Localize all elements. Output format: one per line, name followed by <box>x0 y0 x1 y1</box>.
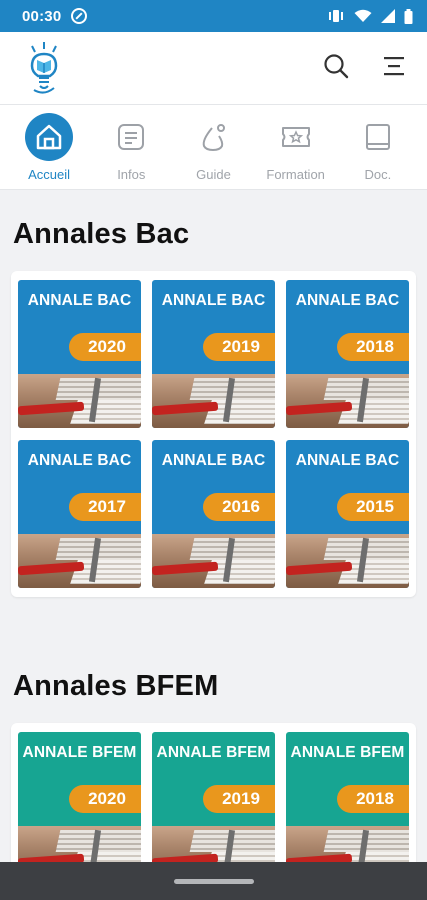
year-badge: 2020 <box>69 785 141 813</box>
card-title: ANNALE BFEM <box>22 744 137 761</box>
home-icon <box>25 113 74 161</box>
year-badge: 2015 <box>337 493 409 521</box>
status-icons <box>327 8 413 24</box>
status-bar: 00:30 <box>0 0 427 32</box>
vibrate-icon <box>327 9 345 23</box>
annale-card[interactable]: ANNALE BAC 2017 <box>18 440 141 588</box>
tab-label: Guide <box>196 167 231 182</box>
annale-card[interactable]: ANNALE BAC 2016 <box>152 440 275 588</box>
battery-icon <box>404 8 413 24</box>
annale-card[interactable]: ANNALE BAC 2018 <box>286 280 409 428</box>
cover-photo <box>152 374 275 428</box>
cover-photo <box>286 374 409 428</box>
tab-label: Formation <box>266 167 325 182</box>
annales-bfem-grid: ANNALE BFEM 2020 ANNALE BFEM 2019 ANNALE… <box>18 732 409 862</box>
year-badge: 2016 <box>203 493 275 521</box>
year-badge: 2018 <box>337 333 409 361</box>
card-title: ANNALE BFEM <box>156 744 271 761</box>
tab-infos[interactable]: Infos <box>92 113 170 189</box>
document-list-icon <box>107 113 155 161</box>
card-title: ANNALE BAC <box>161 452 266 469</box>
signal-icon <box>381 9 395 23</box>
cover-photo <box>286 826 409 862</box>
annale-card[interactable]: ANNALE BFEM 2019 <box>152 732 275 862</box>
annale-card[interactable]: ANNALE BAC 2019 <box>152 280 275 428</box>
cover-photo <box>152 826 275 862</box>
year-badge: 2017 <box>69 493 141 521</box>
annale-card[interactable]: ANNALE BFEM 2020 <box>18 732 141 862</box>
wifi-icon <box>354 9 372 23</box>
annale-card[interactable]: ANNALE BFEM 2018 <box>286 732 409 862</box>
cover-photo <box>18 534 141 588</box>
status-time: 00:30 <box>22 7 62 25</box>
cover-photo <box>18 826 141 862</box>
section-title-bac: Annales Bac <box>13 218 190 250</box>
card-title: ANNALE BAC <box>27 452 132 469</box>
tab-label: Infos <box>117 167 146 182</box>
book-icon <box>354 113 402 161</box>
year-badge: 2019 <box>203 785 275 813</box>
tab-accueil[interactable]: Accueil <box>10 113 88 189</box>
tab-guide[interactable]: Guide <box>174 113 252 189</box>
year-badge: 2018 <box>337 785 409 813</box>
tab-label: Doc. <box>364 167 392 182</box>
year-badge: 2019 <box>203 333 275 361</box>
tab-doc[interactable]: Doc. <box>339 113 417 189</box>
ticket-star-icon <box>272 113 320 161</box>
category-tabs: Accueil Infos Guide Formation Doc. <box>0 104 427 190</box>
annales-bfem-panel: ANNALE BFEM 2020 ANNALE BFEM 2019 ANNALE… <box>11 723 416 862</box>
system-navigation-bar <box>0 862 427 900</box>
annales-bac-grid: ANNALE BAC 2020 ANNALE BAC 2019 ANNALE B… <box>18 280 409 588</box>
home-gesture-handle[interactable] <box>174 879 254 884</box>
menu-icon[interactable] <box>383 55 405 82</box>
annale-card[interactable]: ANNALE BAC 2020 <box>18 280 141 428</box>
app-logo[interactable] <box>22 40 66 96</box>
tab-formation[interactable]: Formation <box>257 113 335 189</box>
card-title: ANNALE BAC <box>295 452 400 469</box>
cover-photo <box>286 534 409 588</box>
card-title: ANNALE BAC <box>27 292 132 309</box>
card-title: ANNALE BFEM <box>290 744 405 761</box>
card-title: ANNALE BAC <box>295 292 400 309</box>
year-badge: 2020 <box>69 333 141 361</box>
card-title: ANNALE BAC <box>161 292 266 309</box>
app-bar-actions <box>323 53 405 84</box>
section-title-bfem: Annales BFEM <box>13 670 219 702</box>
tab-label: Accueil <box>28 167 71 182</box>
search-icon[interactable] <box>323 53 349 84</box>
cover-photo <box>18 374 141 428</box>
annales-bac-panel: ANNALE BAC 2020 ANNALE BAC 2019 ANNALE B… <box>11 271 416 597</box>
data-saver-icon <box>71 8 88 24</box>
annale-card[interactable]: ANNALE BAC 2015 <box>286 440 409 588</box>
app-bar <box>0 32 427 104</box>
guide-icon <box>189 113 237 161</box>
cover-photo <box>152 534 275 588</box>
